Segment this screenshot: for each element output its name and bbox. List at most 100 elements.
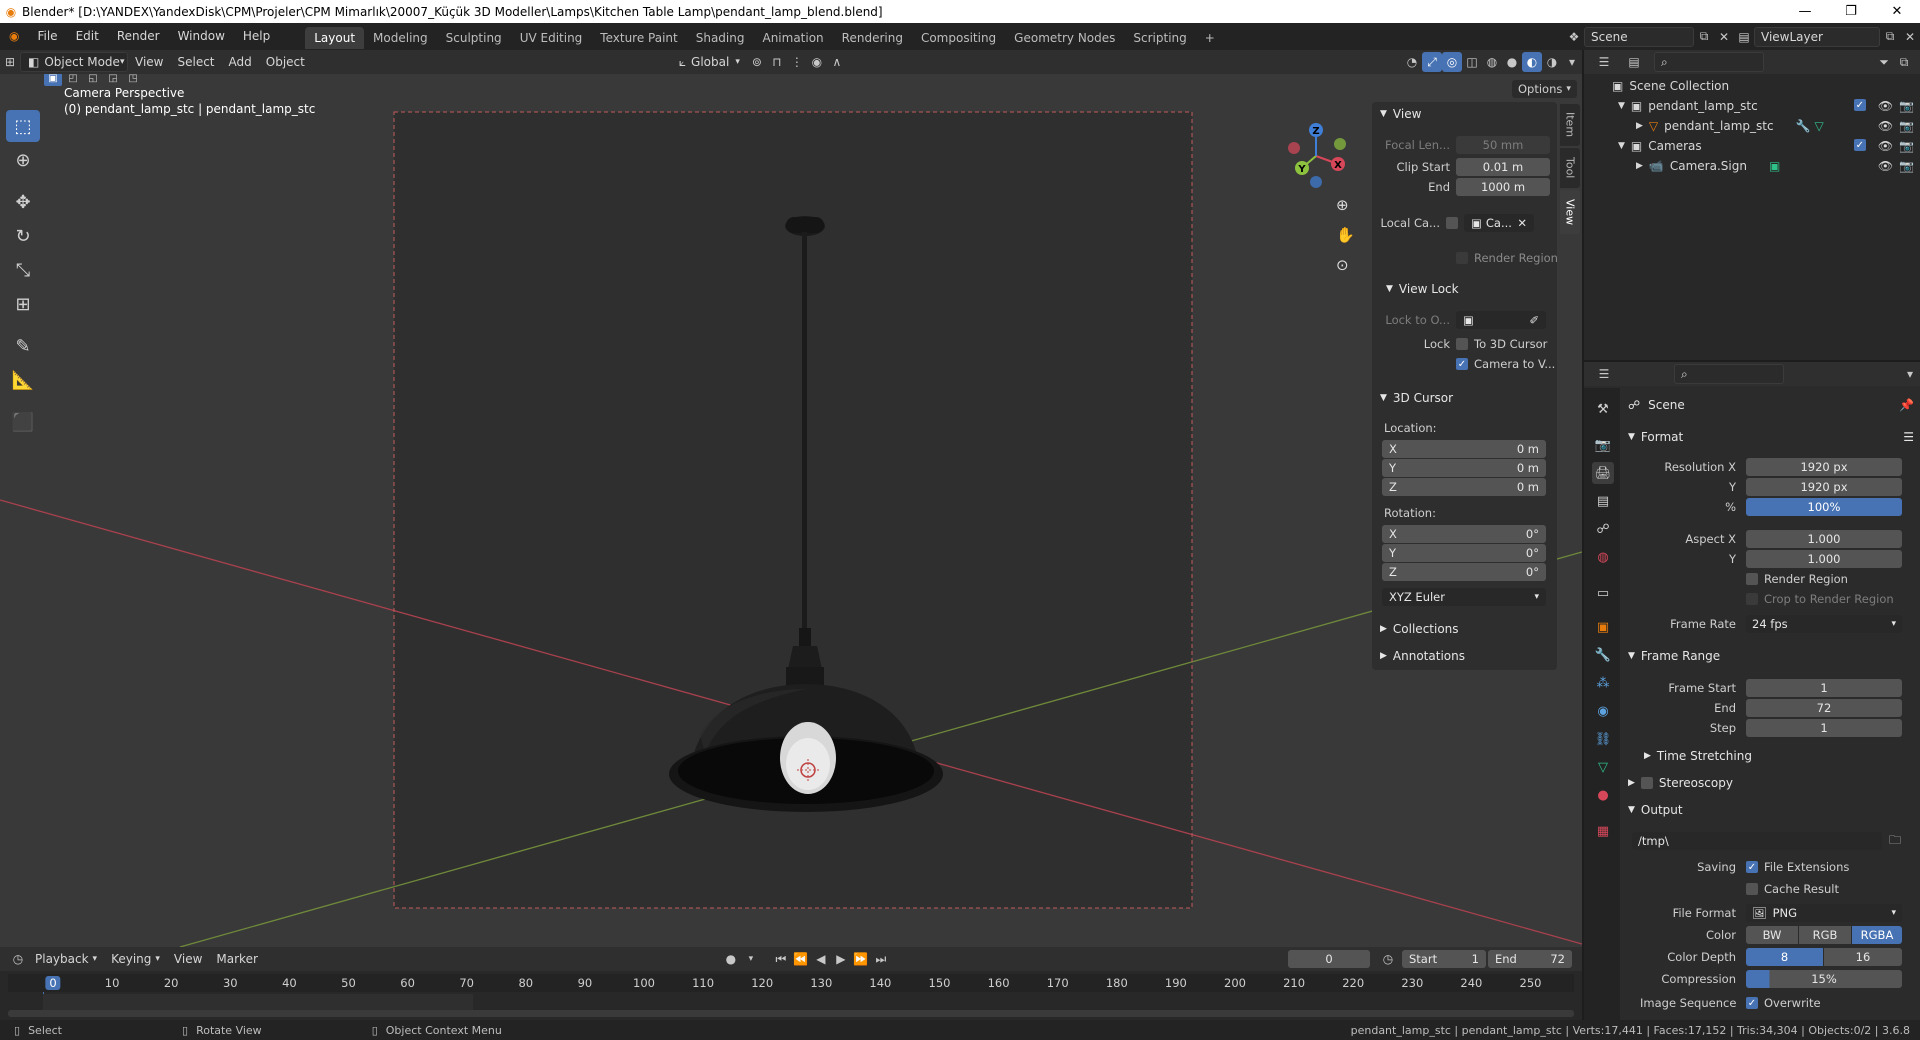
cursor-loc-z-field[interactable]: Z0 m — [1382, 478, 1546, 496]
menu-select[interactable]: Select — [170, 52, 221, 72]
resolution-x-field[interactable]: 1920 px — [1746, 458, 1902, 476]
cursor-rot-x-field[interactable]: X 0° — [1382, 525, 1546, 543]
menu-object[interactable]: Object — [259, 52, 312, 72]
eyedropper-icon[interactable]: ✐ — [1529, 313, 1539, 327]
lock-to-object-field[interactable]: ▣ ✐ — [1456, 311, 1546, 329]
crop-checkbox[interactable] — [1746, 593, 1758, 605]
select-extend-icon[interactable]: ◰ — [64, 74, 82, 86]
depth-8-button[interactable]: 8 — [1746, 948, 1823, 966]
local-camera-field[interactable]: ▣ Ca... ✕ — [1464, 214, 1534, 232]
folder-icon[interactable]: 🗀 — [1886, 832, 1904, 850]
clip-end-field[interactable]: 1000 m — [1456, 178, 1550, 196]
object-props-icon[interactable]: ▣ — [1592, 616, 1614, 638]
compression-slider[interactable]: 15% — [1746, 970, 1902, 988]
navigation-gizmo[interactable]: Z X Y — [1278, 118, 1354, 194]
presets-icon[interactable]: ☰ — [1903, 430, 1914, 444]
frame-range-section-header[interactable]: ▼ Frame Range — [1628, 644, 1914, 668]
camera-render-icon[interactable]: 📷 — [1899, 119, 1914, 133]
new-viewlayer-icon[interactable]: ⧉ — [1880, 27, 1900, 47]
cursor-rot-z-field[interactable]: Z 0° — [1382, 563, 1546, 581]
cursor-loc-y-field[interactable]: Y0 m — [1382, 459, 1546, 477]
menu-timeline-view[interactable]: View — [167, 949, 209, 969]
menu-render[interactable]: Render — [108, 23, 169, 50]
new-scene-icon[interactable]: ⧉ — [1694, 27, 1714, 47]
constraints-props-icon[interactable]: ⛓ — [1592, 728, 1614, 750]
outliner-editor-icon[interactable]: ☰ — [1594, 52, 1614, 72]
menu-playback[interactable]: Playback ▾ — [28, 949, 104, 969]
properties-search-input[interactable]: ⌕ — [1674, 364, 1784, 384]
frame-end-field[interactable]: 72 — [1746, 699, 1902, 717]
frame-step-field[interactable]: 1 — [1746, 719, 1902, 737]
tab-tool[interactable]: Tool — [1560, 148, 1580, 188]
file-format-dropdown[interactable]: 🖼 PNG ▾ — [1746, 904, 1902, 922]
frame-start-field[interactable]: 1 — [1746, 679, 1902, 697]
gizmo-toggle-icon[interactable]: ⤢ — [1422, 52, 1442, 72]
falloff-icon[interactable]: ∧ — [827, 52, 847, 72]
snap-target-icon[interactable]: ⋮ — [787, 52, 807, 72]
new-collection-icon[interactable]: ⧉ — [1894, 52, 1914, 72]
particles-props-icon[interactable]: ⁂ — [1592, 672, 1614, 694]
minimize-button[interactable]: — — [1782, 0, 1828, 23]
measure-tool-icon[interactable]: 📐 — [6, 364, 40, 396]
aspect-x-field[interactable]: 1.000 — [1746, 530, 1902, 548]
camera-render-icon[interactable]: 📷 — [1899, 139, 1914, 153]
texture-props-icon[interactable]: ▦ — [1592, 820, 1614, 842]
tab-layout[interactable]: Layout — [305, 26, 365, 49]
view-lock-header[interactable]: ▼ View Lock — [1386, 282, 1459, 296]
editor-type-icon[interactable]: ⊞ — [0, 52, 20, 72]
end-frame-field[interactable]: End 72 — [1488, 950, 1572, 968]
eye-icon[interactable]: 👁 — [1878, 159, 1893, 173]
render-props-icon[interactable]: 📷 — [1592, 434, 1614, 456]
camera-render-icon[interactable]: 📷 — [1899, 99, 1914, 113]
delete-scene-icon[interactable]: ✕ — [1714, 27, 1734, 47]
stereoscopy-section-header[interactable]: ▶ Stereoscopy — [1628, 771, 1914, 795]
chevron-down-icon[interactable]: ▾ — [1900, 364, 1920, 384]
timeline-scrollbar[interactable] — [8, 1010, 1574, 1017]
menu-keying[interactable]: Keying ▾ — [104, 949, 167, 969]
shading-rendered-icon[interactable]: ◑ — [1542, 52, 1562, 72]
time-stretching-section-header[interactable]: ▶ Time Stretching — [1644, 744, 1920, 768]
cache-result-checkbox[interactable] — [1746, 883, 1758, 895]
eye-icon[interactable]: 👁 — [1878, 119, 1893, 133]
menu-file[interactable]: File — [28, 23, 66, 50]
zoom-view-icon[interactable]: ⊕ — [1336, 196, 1349, 214]
clear-icon[interactable]: ✕ — [1517, 216, 1527, 230]
current-frame-field[interactable]: 0 — [1288, 950, 1370, 968]
rotation-mode-dropdown[interactable]: XYZ Euler ▾ — [1382, 588, 1546, 606]
cursor-loc-x-field[interactable]: X0 m — [1382, 440, 1546, 458]
frame-rate-dropdown[interactable]: 24 fps ▾ — [1746, 615, 1902, 633]
proportional-edit-icon[interactable]: ◉ — [807, 52, 827, 72]
camera-to-view-checkbox[interactable]: ✓ — [1456, 358, 1468, 370]
focal-length-field[interactable]: 50 mm — [1456, 136, 1550, 154]
outliner-item-camera[interactable]: ▶ 📹 Camera.Sign ▣ 👁 📷 — [1584, 156, 1920, 176]
play-icon[interactable]: ▶ — [831, 949, 851, 969]
add-workspace-icon[interactable]: + — [1196, 27, 1224, 49]
blender-menu-icon[interactable]: ◉ — [0, 23, 28, 50]
cursor-tool-icon[interactable]: ⊕ — [6, 144, 40, 176]
select-box-icon[interactable]: ⬚ — [6, 110, 40, 142]
depth-16-button[interactable]: 16 — [1824, 948, 1902, 966]
shading-options-icon[interactable]: ▾ — [1562, 52, 1582, 72]
menu-edit[interactable]: Edit — [67, 23, 108, 50]
annotate-tool-icon[interactable]: ✎ — [6, 330, 40, 362]
resolution-y-field[interactable]: 1920 px — [1746, 478, 1902, 496]
maximize-button[interactable]: ❐ — [1828, 0, 1874, 23]
tab-item[interactable]: Item — [1560, 104, 1580, 146]
material-props-icon[interactable]: ● — [1592, 784, 1614, 806]
camera-view-icon[interactable]: ⊙ — [1336, 256, 1349, 274]
viewlayer-name-field[interactable]: ViewLayer — [1754, 26, 1880, 47]
jump-next-keyframe-icon[interactable]: ⏩ — [851, 949, 871, 969]
3d-viewport[interactable]: Camera Perspective (0) pendant_lamp_stc … — [0, 74, 1582, 947]
scene-props-icon[interactable]: ☍ — [1592, 518, 1614, 540]
output-section-header[interactable]: ▼ Output — [1628, 798, 1914, 822]
outliner-item-object[interactable]: ▶ ▽ pendant_lamp_stc 🔧 ▽ 👁 📷 — [1584, 116, 1920, 136]
menu-marker[interactable]: Marker — [209, 949, 264, 969]
tab-shading[interactable]: Shading — [687, 27, 754, 49]
eye-icon[interactable]: 👁 — [1878, 139, 1893, 153]
scene-name-field[interactable]: Scene — [1584, 26, 1694, 47]
exclude-checkbox[interactable]: ✓ — [1853, 139, 1866, 151]
modifier-props-icon[interactable]: 🔧 — [1592, 644, 1614, 666]
pin-icon[interactable]: 📌 — [1899, 398, 1914, 412]
resolution-pct-slider[interactable]: 100% — [1746, 498, 1902, 516]
format-section-header[interactable]: ▼ Format ☰ — [1628, 425, 1914, 449]
